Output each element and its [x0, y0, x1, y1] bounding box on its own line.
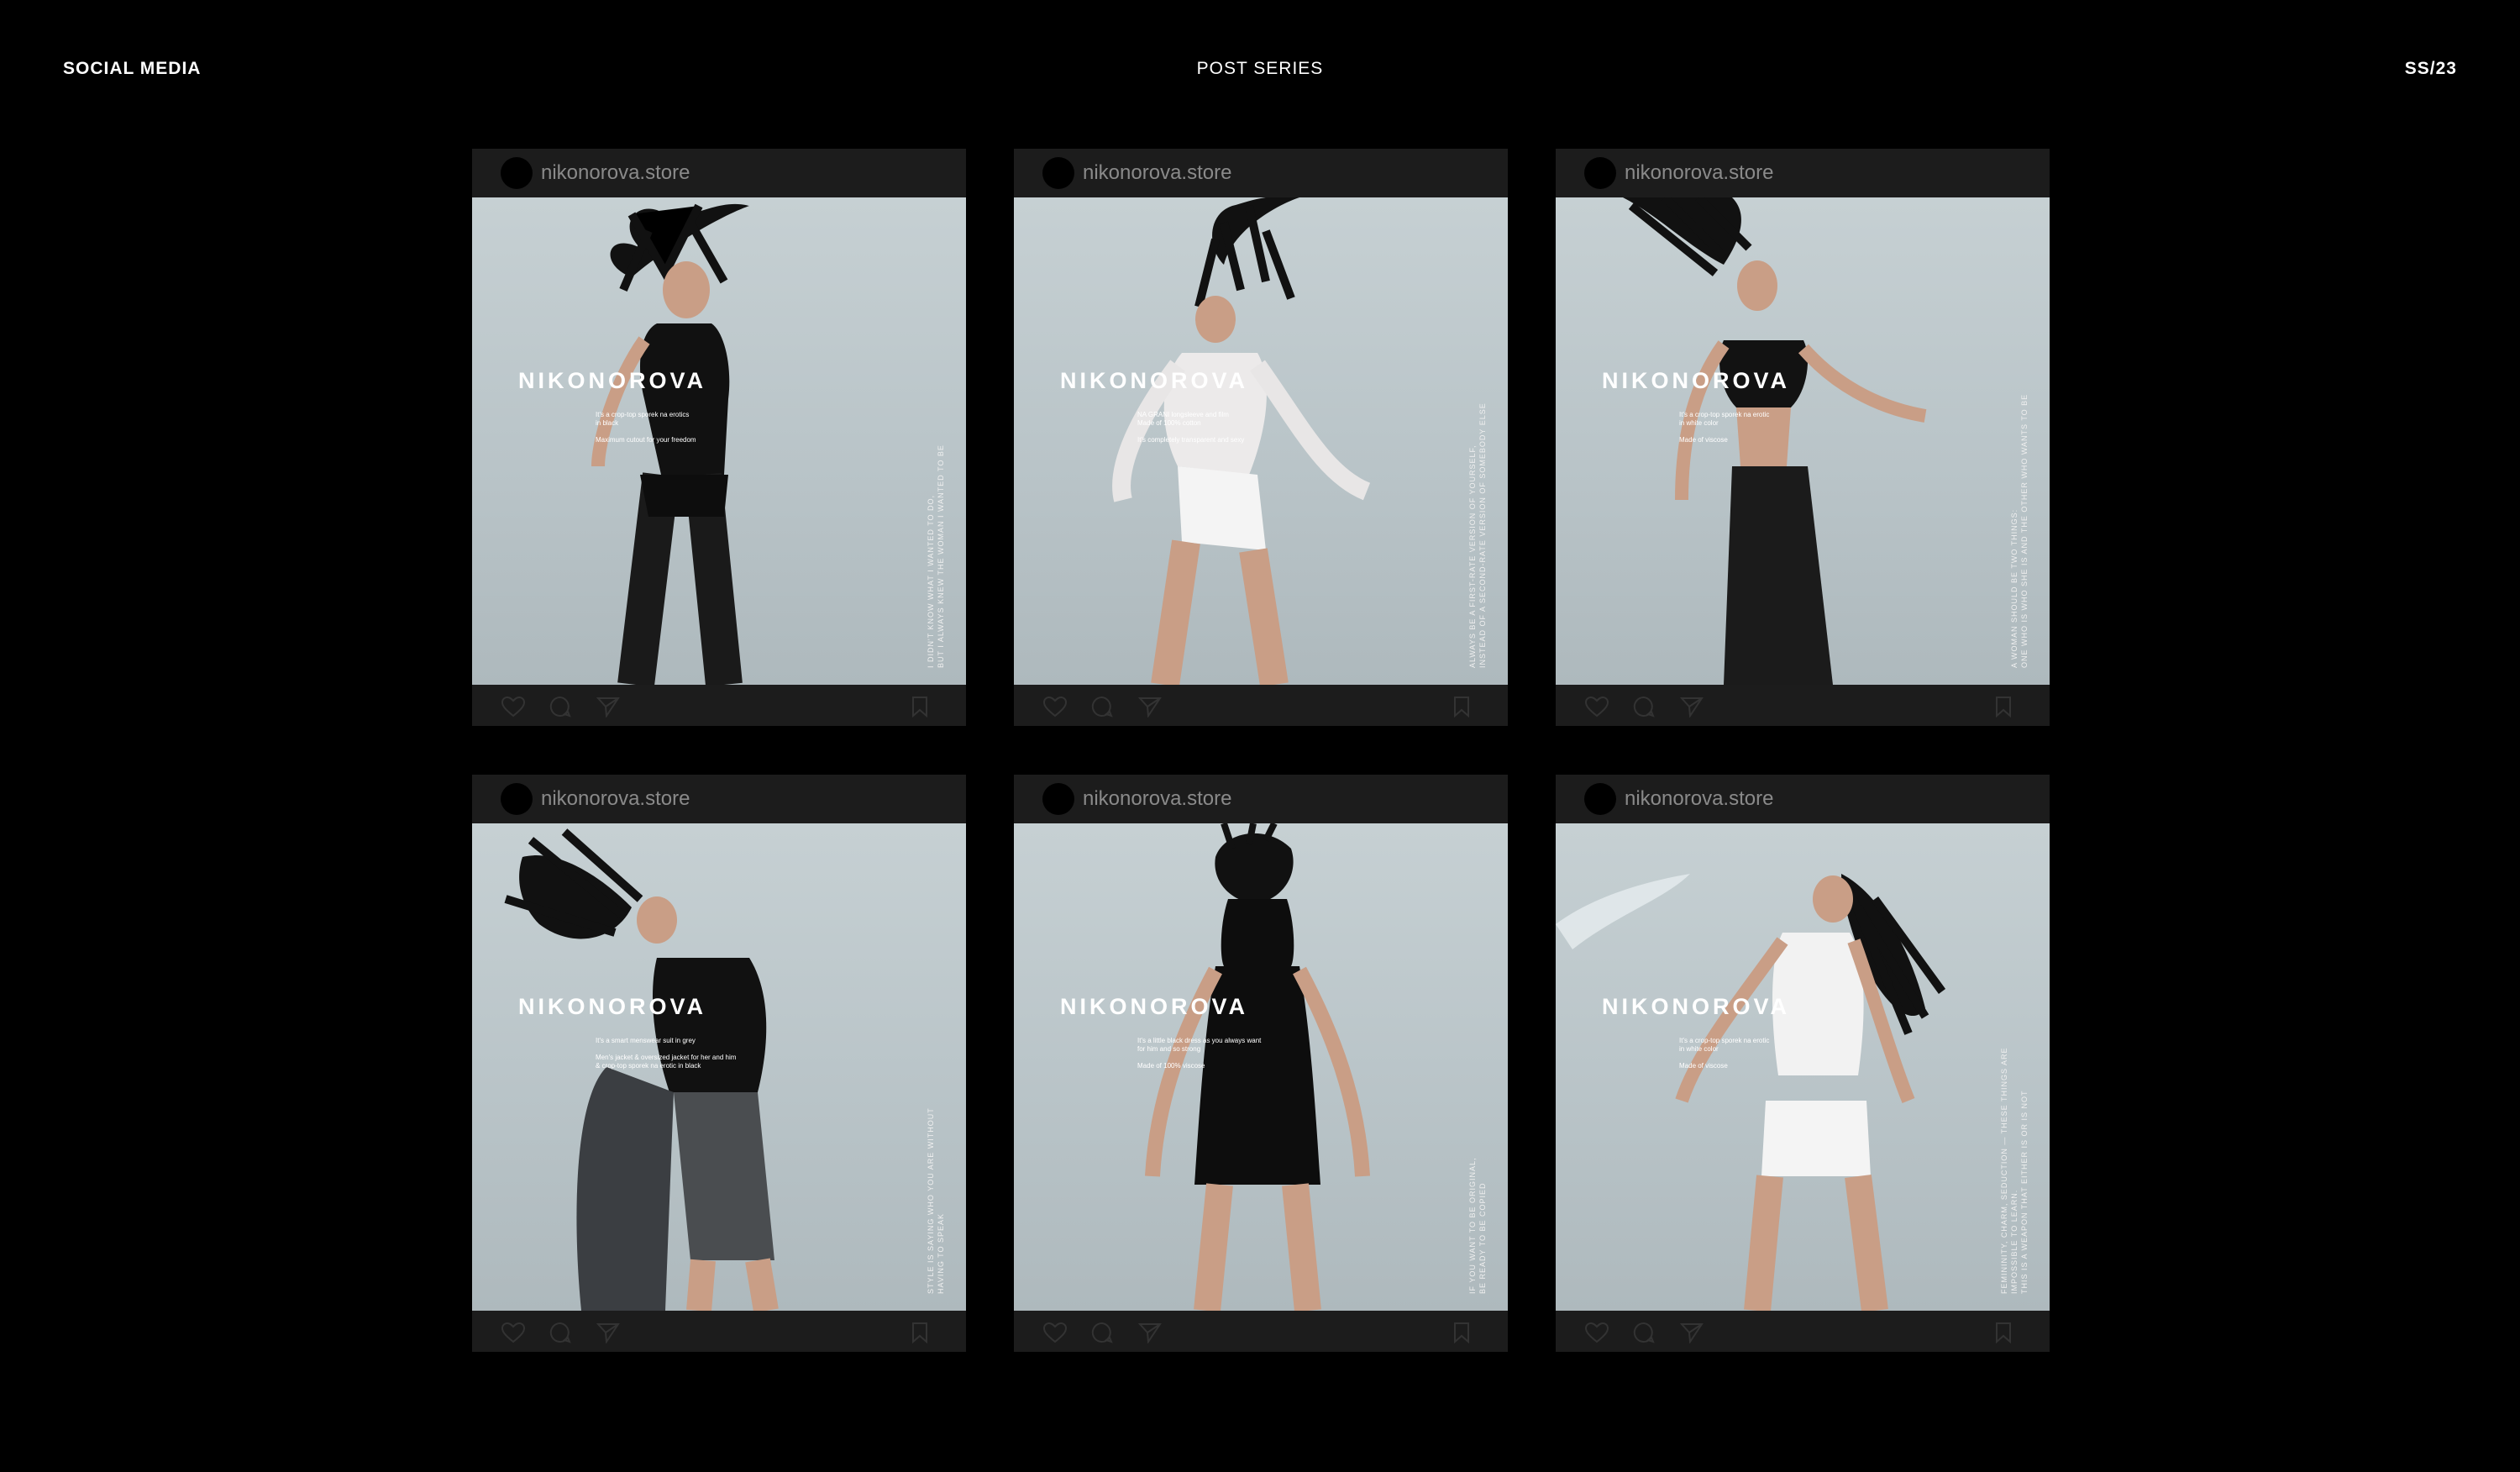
heart-icon[interactable]: [1042, 1322, 1068, 1343]
quote-vertical: STYLE IS SAYING WHO YOU ARE WITHOUT HAVI…: [927, 1107, 945, 1294]
heart-icon[interactable]: [1584, 1322, 1609, 1343]
post-actions: [1556, 1311, 2050, 1352]
brand-logo: NIKONOROVA: [1060, 368, 1249, 393]
post-photo[interactable]: NIKONOROVA It's a crop-top sporek na ero…: [1556, 197, 2050, 685]
post-card[interactable]: nikonorova.store NIKONOROVA It's a crop-…: [472, 149, 966, 726]
share-icon[interactable]: [596, 696, 620, 718]
quote-vertical-wrap: ALWAYS BE A FIRST-RATE VERSION OF YOURSE…: [1462, 391, 1488, 668]
product-copy: It's a smart menswear suit in grey Men's…: [596, 1037, 737, 1070]
quote-vertical: I DIDN'T KNOW WHAT I WANTED TO DO, BUT I…: [927, 444, 945, 668]
post-photo[interactable]: NIKONOROVA It's a little black dress as …: [1014, 823, 1508, 1311]
post-card[interactable]: nikonorova.store NIKONOROVA It's a crop-…: [1556, 149, 2050, 726]
heart-icon[interactable]: [501, 696, 526, 718]
avatar[interactable]: [1584, 783, 1616, 815]
post-card[interactable]: nikonorova.store NIKONOROVA NA GRANI lon…: [1014, 149, 1508, 726]
account-handle[interactable]: nikonorova.store: [1083, 161, 1231, 185]
post-photo[interactable]: NIKONOROVA It's a crop-top sporek na ero…: [472, 197, 966, 685]
quote-vertical: IF YOU WANT TO BE ORIGINAL, BE READY TO …: [1468, 1157, 1487, 1294]
post-header: nikonorova.store: [472, 775, 966, 823]
page-title: POST SERIES: [1196, 59, 1324, 78]
quote-vertical-wrap: STYLE IS SAYING WHO YOU ARE WITHOUT HAVI…: [921, 1017, 946, 1294]
post-photo[interactable]: NIKONOROVA It's a smart menswear suit in…: [472, 823, 966, 1311]
post-header: nikonorova.store: [1014, 775, 1508, 823]
post-card[interactable]: nikonorova.store NIKONOROVA It's a crop-…: [1556, 775, 2050, 1352]
post-actions: [1556, 685, 2050, 726]
comment-icon[interactable]: [1633, 696, 1655, 718]
heart-icon[interactable]: [1584, 696, 1609, 718]
post-actions: [472, 685, 966, 726]
quote-vertical: A WOMAN SHOULD BE TWO THINGS: ONE WHO IS…: [2010, 393, 2029, 668]
product-copy: NA GRANI longsleeve and film Made of 100…: [1137, 411, 1245, 444]
post-header: nikonorova.store: [472, 149, 966, 197]
post-photo[interactable]: NIKONOROVA NA GRANI longsleeve and film …: [1014, 197, 1508, 685]
avatar[interactable]: [1584, 157, 1616, 189]
quote-vertical-wrap: A WOMAN SHOULD BE TWO THINGS: ONE WHO IS…: [2004, 391, 2029, 668]
bookmark-icon[interactable]: [1994, 1322, 2013, 1343]
product-copy: It's a little black dress as you always …: [1137, 1037, 1262, 1070]
post-header: nikonorova.store: [1014, 149, 1508, 197]
comment-icon[interactable]: [549, 696, 571, 718]
brand-logo: NIKONOROVA: [1060, 994, 1249, 1019]
heart-icon[interactable]: [1042, 696, 1068, 718]
comment-icon[interactable]: [549, 1322, 571, 1343]
account-handle[interactable]: nikonorova.store: [1625, 161, 1773, 185]
brand-logo: NIKONOROVA: [1602, 994, 1791, 1019]
account-handle[interactable]: nikonorova.store: [541, 787, 690, 811]
quote-vertical-wrap: FEMININITY, CHARM, SEDUCTION — THESE THI…: [2000, 1017, 2029, 1294]
product-copy: It's a crop-top sporek na erotic in whit…: [1679, 1037, 1770, 1070]
post-grid: nikonorova.store NIKONOROVA It's a crop-…: [472, 149, 2050, 1352]
share-icon[interactable]: [596, 1322, 620, 1343]
post-photo[interactable]: NIKONOROVA It's a crop-top sporek na ero…: [1556, 823, 2050, 1311]
post-card[interactable]: nikonorova.store NIKONOROVA It's a smart…: [472, 775, 966, 1352]
avatar[interactable]: [501, 157, 533, 189]
post-actions: [472, 1311, 966, 1352]
post-actions: [1014, 685, 1508, 726]
quote-vertical-wrap: IF YOU WANT TO BE ORIGINAL, BE READY TO …: [1462, 1017, 1488, 1294]
comment-icon[interactable]: [1633, 1322, 1655, 1343]
quote-vertical-wrap: I DIDN'T KNOW WHAT I WANTED TO DO, BUT I…: [921, 391, 946, 668]
account-handle[interactable]: nikonorova.store: [1083, 787, 1231, 811]
avatar[interactable]: [1042, 783, 1074, 815]
bookmark-icon[interactable]: [1452, 1322, 1471, 1343]
bookmark-icon[interactable]: [1452, 696, 1471, 718]
brand-logo: NIKONOROVA: [518, 994, 707, 1019]
avatar[interactable]: [501, 783, 533, 815]
product-copy: It's a crop-top sporek na erotics in bla…: [596, 411, 696, 444]
quote-vertical: FEMININITY, CHARM, SEDUCTION — THESE THI…: [2000, 1047, 2029, 1294]
bookmark-icon[interactable]: [1994, 696, 2013, 718]
share-icon[interactable]: [1138, 1322, 1162, 1343]
product-copy: It's a crop-top sporek na erotic in whit…: [1679, 411, 1770, 444]
account-handle[interactable]: nikonorova.store: [541, 161, 690, 185]
post-actions: [1014, 1311, 1508, 1352]
post-card[interactable]: nikonorova.store NIKONOROVA It's a littl…: [1014, 775, 1508, 1352]
brand-logo: NIKONOROVA: [518, 368, 707, 393]
quote-vertical: ALWAYS BE A FIRST-RATE VERSION OF YOURSE…: [1468, 402, 1487, 668]
post-header: nikonorova.store: [1556, 149, 2050, 197]
post-header: nikonorova.store: [1556, 775, 2050, 823]
share-icon[interactable]: [1680, 696, 1704, 718]
comment-icon[interactable]: [1091, 696, 1113, 718]
bookmark-icon[interactable]: [911, 696, 929, 718]
account-handle[interactable]: nikonorova.store: [1625, 787, 1773, 811]
share-icon[interactable]: [1138, 696, 1162, 718]
comment-icon[interactable]: [1091, 1322, 1113, 1343]
share-icon[interactable]: [1680, 1322, 1704, 1343]
avatar[interactable]: [1042, 157, 1074, 189]
brand-logo: NIKONOROVA: [1602, 368, 1791, 393]
heart-icon[interactable]: [501, 1322, 526, 1343]
bookmark-icon[interactable]: [911, 1322, 929, 1343]
page-number: SS/23: [2404, 59, 2457, 78]
